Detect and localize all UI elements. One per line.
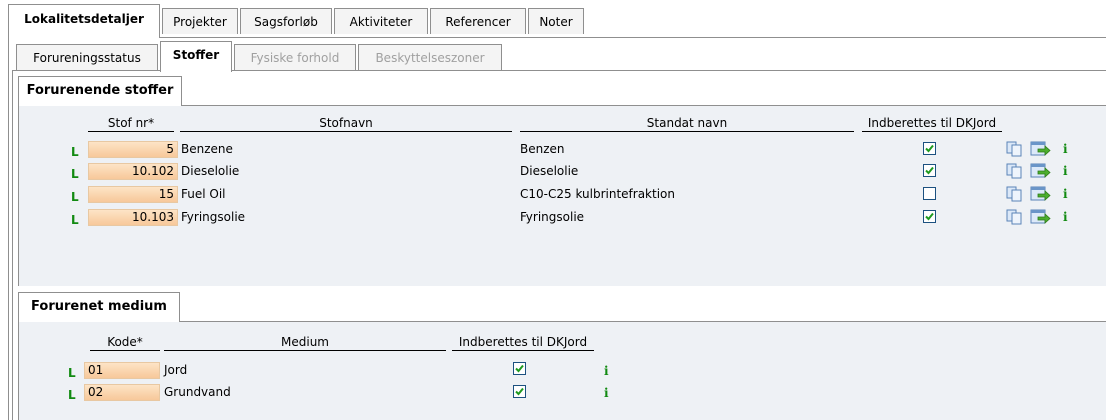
info-icon[interactable]: i — [1063, 210, 1068, 224]
stof-nr-field[interactable]: 10.103 — [88, 209, 178, 226]
header-underline — [180, 131, 512, 132]
dkjord-checkbox[interactable] — [923, 210, 936, 223]
col-header-standat-navn: Standat navn — [646, 116, 728, 130]
info-icon[interactable]: i — [604, 364, 609, 378]
copy-icon[interactable] — [1006, 186, 1024, 205]
copy-icon[interactable] — [1006, 141, 1024, 160]
col-header-kode: Kode* — [107, 335, 143, 349]
tab-fysiske-forhold: Fysiske forhold — [234, 44, 356, 70]
standat-navn-cell: Fyringsolie — [520, 210, 585, 224]
header-underline — [452, 350, 594, 351]
row-flag: L — [71, 190, 79, 204]
header-underline — [88, 131, 174, 132]
kode-field[interactable]: 01 — [84, 362, 160, 379]
standat-navn-cell: Benzen — [520, 142, 565, 156]
stof-nr-field[interactable]: 15 — [88, 186, 178, 203]
stofnavn-cell: Dieselolie — [181, 164, 240, 178]
goto-icon[interactable] — [1030, 140, 1052, 160]
dkjord-checkbox[interactable] — [513, 385, 526, 398]
header-underline — [90, 350, 160, 351]
tab-aktiviteter[interactable]: Aktiviteter — [334, 8, 428, 34]
row-flag: L — [68, 366, 76, 380]
goto-icon[interactable] — [1030, 162, 1052, 182]
goto-icon[interactable] — [1030, 185, 1052, 205]
group-tab-forurenet-medium[interactable]: Forurenet medium — [18, 292, 180, 322]
tab-projekter[interactable]: Projekter — [162, 8, 238, 34]
medium-cell: Grundvand — [164, 385, 231, 399]
col-header-dkjord: Indberettes til DKJord — [867, 116, 997, 130]
row-flag: L — [71, 167, 79, 181]
tab-beskyttelseszoner: Beskyttelseszoner — [358, 44, 502, 70]
row-flag: L — [68, 388, 76, 402]
tab-forureningsstatus[interactable]: Forureningsstatus — [16, 44, 158, 70]
info-icon[interactable]: i — [1063, 142, 1068, 156]
row-flag: L — [71, 213, 79, 227]
header-underline — [862, 131, 1002, 132]
header-underline — [164, 350, 446, 351]
tab-stoffer[interactable]: Stoffer — [160, 41, 232, 72]
info-icon[interactable]: i — [1063, 187, 1068, 201]
kode-field[interactable]: 02 — [84, 384, 160, 401]
stof-nr-field[interactable]: 5 — [88, 141, 178, 158]
col-header-dkjord: Indberettes til DKJord — [458, 335, 588, 349]
stofnavn-cell: Benzene — [181, 142, 233, 156]
col-header-medium: Medium — [281, 335, 329, 349]
standat-navn-cell: C10-C25 kulbrintefraktion — [520, 187, 675, 201]
tab-noter[interactable]: Noter — [528, 8, 584, 34]
info-icon[interactable]: i — [1063, 164, 1068, 178]
header-underline — [520, 131, 854, 132]
col-header-stof-nr: Stof nr* — [107, 116, 155, 130]
dkjord-checkbox[interactable] — [923, 187, 936, 200]
col-header-stofnavn: Stofnavn — [319, 116, 373, 130]
info-icon[interactable]: i — [604, 386, 609, 400]
copy-icon[interactable] — [1006, 209, 1024, 228]
dkjord-checkbox[interactable] — [923, 142, 936, 155]
dkjord-checkbox[interactable] — [513, 362, 526, 375]
tab-referencer[interactable]: Referencer — [430, 8, 526, 34]
medium-cell: Jord — [164, 363, 188, 377]
group-tab-forurenende-stoffer[interactable]: Forurenende stoffer — [18, 76, 182, 106]
dkjord-checkbox[interactable] — [923, 164, 936, 177]
stofnavn-cell: Fuel Oil — [181, 187, 226, 201]
standat-navn-cell: Dieselolie — [520, 164, 579, 178]
copy-icon[interactable] — [1006, 163, 1024, 182]
stofnavn-cell: Fyringsolie — [181, 210, 246, 224]
tab-lokalitetsdetaljer[interactable]: Lokalitetsdetaljer — [8, 4, 160, 38]
stof-nr-field[interactable]: 10.102 — [88, 163, 178, 180]
goto-icon[interactable] — [1030, 208, 1052, 228]
tab-sagsforloeb[interactable]: Sagsforløb — [240, 8, 332, 34]
row-flag: L — [71, 145, 79, 159]
